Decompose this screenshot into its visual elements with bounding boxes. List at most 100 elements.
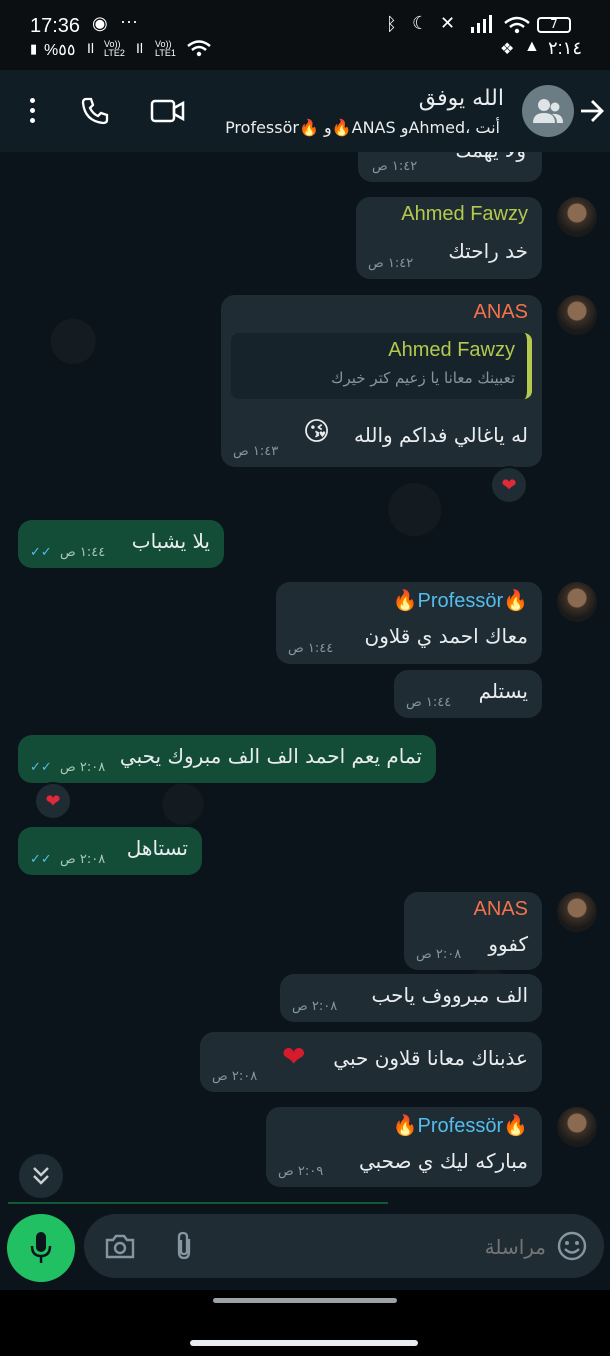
message-text: مباركه ليك ي صحبي	[358, 1149, 528, 1173]
battery-saver-icon: ▮	[30, 41, 38, 56]
video-call-icon[interactable]	[150, 98, 186, 124]
volte-lte1-label: Vo)) LTE1	[155, 39, 176, 58]
kiss-emoji: 😘	[303, 417, 331, 447]
more-notifications-icon: ···	[120, 11, 138, 31]
wifi-icon	[504, 16, 530, 34]
message-time: ٢:٠٩ ص	[278, 1164, 324, 1179]
chat-participants[interactable]: Professör🔥 و🔥ANAS وAhmed، أنت	[225, 118, 500, 137]
heart-reaction-icon[interactable]: ❤	[34, 782, 72, 820]
sender-name: Ahmed Fawzy	[401, 203, 528, 225]
signal-icon: Il	[87, 40, 94, 56]
chat-header: الله يوفق Professör🔥 و🔥ANAS وAhmed، أنت	[0, 70, 610, 152]
message-input[interactable]	[234, 1226, 548, 1268]
quoted-message[interactable]: Ahmed Fawzy تعبينك معانا يا زعيم كتر خير…	[231, 333, 532, 399]
voice-record-button[interactable]	[7, 1214, 75, 1282]
read-receipt-icon: ✓✓	[30, 852, 52, 867]
message-bubble[interactable]: ANAS Ahmed Fawzy تعبينك معانا يا زعيم كت…	[221, 295, 542, 467]
message-time: ٢:٠٨ ص	[60, 852, 106, 867]
quoted-text: تعبينك معانا يا زعيم كتر خيرك	[331, 369, 515, 387]
message-text: خد راحتك	[448, 239, 528, 263]
scroll-to-bottom-button[interactable]	[19, 1154, 63, 1198]
message-text: ولا يهمك	[455, 152, 526, 162]
composer-bar	[0, 1204, 610, 1290]
more-options-icon[interactable]	[22, 96, 42, 126]
status-clock-right: ٢:١٤	[548, 38, 583, 58]
battery-level: 7	[550, 17, 558, 31]
message-text: الف مبرووف ياحب	[371, 983, 528, 1007]
back-arrow-icon[interactable]	[578, 97, 606, 125]
message-time: ١:٤٤ ص	[60, 545, 106, 560]
message-text: له ياغالي فداكم والله	[354, 423, 528, 447]
volte-lte2-label: Vo)) LTE2	[104, 39, 125, 58]
message-bubble[interactable]: 🔥Professör🔥 مباركه ليك ي صحبي ٢:٠٩ ص	[266, 1107, 542, 1187]
mute-icon: ✕	[440, 13, 456, 33]
cell-signal-icon	[471, 15, 492, 33]
voice-call-icon[interactable]	[80, 96, 110, 126]
sender-avatar[interactable]	[557, 295, 597, 335]
wifi-icon	[187, 40, 211, 57]
microphone-icon	[30, 1232, 52, 1263]
home-indicator[interactable]	[213, 1298, 397, 1303]
sender-name: ANAS	[473, 898, 528, 920]
double-chevron-down-icon	[33, 1167, 49, 1185]
sender-name: 🔥Professör🔥	[392, 1115, 528, 1137]
message-time: ١:٤٤ ص	[406, 695, 452, 710]
status-time: 17:36	[30, 15, 81, 37]
sender-avatar[interactable]	[557, 1107, 597, 1147]
message-bubble[interactable]: يلا يشباب ١:٤٤ ص ✓✓	[18, 520, 224, 568]
message-text: يستلم	[478, 679, 528, 703]
camera-icon[interactable]	[104, 1232, 136, 1260]
message-bubble[interactable]: عذبناك معانا قلاون حبي ❤ ٢:٠٨ ص	[200, 1032, 542, 1092]
message-text: تمام يعم احمد الف الف مبروك يحبي	[119, 744, 422, 768]
battery-icon: 7	[537, 17, 571, 33]
read-receipt-icon: ✓✓	[30, 760, 52, 775]
emoji-icon[interactable]	[556, 1230, 588, 1262]
message-time: ٢:٠٨ ص	[212, 1069, 258, 1084]
network-icon: ❖	[500, 41, 515, 58]
message-bubble[interactable]: 🔥Professör🔥 معاك احمد ي قلاون ١:٤٤ ص	[276, 582, 542, 664]
read-receipt-icon: ✓✓	[30, 545, 52, 560]
do-not-disturb-icon: ☾	[412, 13, 429, 33]
message-time: ١:٤٢ ص	[368, 256, 414, 271]
message-bubble[interactable]: ولا يهمك ١:٤٢ ص	[358, 152, 542, 182]
message-time: ١:٤٢ ص	[372, 159, 418, 174]
message-text: عذبناك معانا قلاون حبي	[333, 1046, 528, 1070]
message-time: ٢:٠٨ ص	[416, 947, 462, 962]
sender-avatar[interactable]	[557, 582, 597, 622]
heart-emoji: ❤	[282, 1040, 306, 1073]
status-bar: 17:36 ◉ ··· ▮ %٥٥ Il Vo)) LTE2 Il Vo)) L…	[0, 0, 610, 70]
quoted-sender: Ahmed Fawzy	[388, 339, 515, 361]
system-navigation-bar	[0, 1290, 610, 1356]
sender-name: ANAS	[473, 301, 528, 323]
attach-icon[interactable]	[172, 1230, 196, 1262]
chat-area[interactable]: ولا يهمك ١:٤٢ ص Ahmed Fawzy خد راحتك ١:٤…	[0, 152, 610, 1204]
bluetooth-icon: ᛒ	[386, 14, 397, 34]
message-bubble[interactable]: تستاهل ٢:٠٨ ص ✓✓	[18, 827, 202, 875]
message-time: ٢:٠٨ ص	[292, 999, 338, 1014]
chat-title[interactable]: الله يوفق	[419, 86, 504, 111]
sender-name: 🔥Professör🔥	[392, 590, 528, 612]
message-input-container[interactable]	[84, 1214, 604, 1278]
sender-avatar[interactable]	[557, 892, 597, 932]
message-bubble[interactable]: Ahmed Fawzy خد راحتك ١:٤٢ ص	[356, 197, 542, 279]
message-text: كفوو	[488, 932, 528, 956]
message-bubble[interactable]: ANAS كفوو ٢:٠٨ ص	[404, 892, 542, 970]
sender-avatar[interactable]	[557, 197, 597, 237]
battery-percent: %٥٥	[44, 42, 76, 59]
message-bubble[interactable]: يستلم ١:٤٤ ص	[394, 670, 542, 718]
message-text: معاك احمد ي قلاون	[364, 624, 529, 648]
gesture-bar[interactable]	[190, 1340, 418, 1346]
message-text: تستاهل	[126, 836, 188, 860]
message-time: ١:٤٤ ص	[288, 641, 334, 656]
message-bubble[interactable]: تمام يعم احمد الف الف مبروك يحبي ٢:٠٨ ص …	[18, 735, 436, 783]
message-text: يلا يشباب	[131, 529, 210, 553]
message-time: ١:٤٣ ص	[233, 444, 279, 459]
message-bubble[interactable]: الف مبرووف ياحب ٢:٠٨ ص	[280, 974, 542, 1022]
group-icon	[533, 99, 563, 123]
warning-icon: ▲	[524, 38, 540, 55]
heart-reaction-icon[interactable]: ❤	[490, 466, 528, 504]
signal-icon: Il	[136, 40, 143, 56]
group-avatar[interactable]	[522, 85, 574, 137]
app-notification-icon: ◉	[92, 13, 108, 33]
message-time: ٢:٠٨ ص	[60, 760, 106, 775]
